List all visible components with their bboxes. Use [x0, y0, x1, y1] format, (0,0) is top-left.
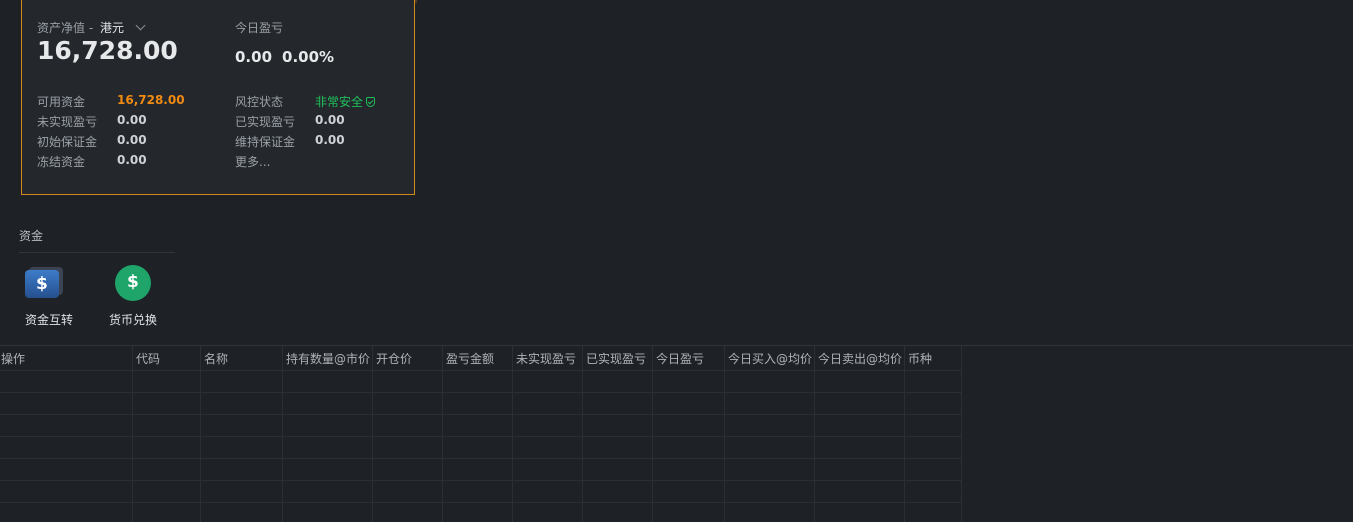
col-header-quantity-price[interactable]: 持有数量@市价: [286, 350, 370, 367]
unrealized-pl-value: 0.00: [117, 113, 147, 127]
risk-status-label: 风控状态: [235, 95, 284, 109]
table-row: [0, 458, 962, 459]
col-header-name[interactable]: 名称: [204, 350, 228, 367]
transfer-dollar-icon: $: [25, 270, 59, 298]
risk-status-value: 非常安全: [315, 93, 376, 110]
maintenance-margin-label: 维持保证金: [235, 135, 296, 149]
available-funds-label: 可用资金: [37, 95, 86, 109]
account-summary-card: 资产净值 - 港元 16,728.00 今日盈亏 0.00 0.00% 可用资金 …: [21, 0, 415, 195]
chevron-down-icon[interactable]: [135, 20, 146, 31]
col-header-currency[interactable]: 币种: [908, 350, 932, 367]
table-row: [0, 436, 962, 437]
table-row: [0, 414, 962, 415]
net-asset-label: 资产净值 -: [37, 21, 94, 35]
col-divider: [652, 346, 653, 522]
positions-table: 操作 代码 名称 持有数量@市价 开仓价 盈亏金额 未实现盈亏 已实现盈亏 今日…: [0, 345, 1353, 522]
funds-section-title: 资金: [19, 229, 44, 243]
col-header-today-sell[interactable]: 今日卖出@均价: [818, 350, 902, 367]
today-pl-amount: 0.00: [235, 48, 273, 66]
initial-margin-label: 初始保证金: [37, 135, 98, 149]
col-divider: [724, 346, 725, 522]
currency-exchange-label: 货币兑换: [108, 313, 157, 327]
col-divider: [512, 346, 513, 522]
realized-pl-label: 已实现盈亏: [235, 115, 296, 129]
currency-selector[interactable]: 港元: [100, 21, 124, 35]
net-asset-value: 16,728.00: [37, 36, 178, 65]
col-divider: [132, 346, 133, 522]
col-header-action[interactable]: 操作: [1, 350, 25, 367]
currency-exchange-icon: $: [115, 265, 151, 301]
col-header-pl-amount[interactable]: 盈亏金额: [446, 350, 494, 367]
col-header-today-buy[interactable]: 今日买入@均价: [728, 350, 812, 367]
more-link[interactable]: 更多...: [235, 153, 315, 170]
col-divider: [282, 346, 283, 522]
col-header-realized-pl[interactable]: 已实现盈亏: [586, 350, 646, 367]
today-pl-percent: 0.00%: [282, 48, 335, 66]
unrealized-pl-label: 未实现盈亏: [37, 115, 98, 129]
col-divider: [582, 346, 583, 522]
today-pl-values: 0.00 0.00%: [235, 48, 334, 66]
table-row: [0, 370, 962, 371]
today-pl-label: 今日盈亏: [235, 21, 284, 35]
net-asset-header: 资产净值 - 港元: [37, 19, 146, 36]
frozen-funds-label: 冻结资金: [37, 155, 86, 169]
col-header-today-pl[interactable]: 今日盈亏: [656, 350, 704, 367]
table-row: [0, 502, 962, 503]
col-header-unrealized-pl[interactable]: 未实现盈亏: [516, 350, 576, 367]
maintenance-margin-value: 0.00: [315, 133, 345, 147]
col-divider: [904, 346, 905, 522]
realized-pl-value: 0.00: [315, 113, 345, 127]
risk-status-text: 非常安全: [315, 95, 364, 109]
available-funds-value: 16,728.00: [117, 93, 185, 107]
shield-check-icon: [366, 97, 376, 107]
col-divider: [442, 346, 443, 522]
fund-transfer-label: 资金互转: [24, 313, 73, 327]
col-divider: [200, 346, 201, 522]
col-divider: [372, 346, 373, 522]
col-divider: [961, 346, 962, 522]
table-row: [0, 392, 962, 393]
initial-margin-value: 0.00: [117, 133, 147, 147]
table-row: [0, 480, 962, 481]
col-divider: [814, 346, 815, 522]
col-header-code[interactable]: 代码: [136, 350, 160, 367]
col-header-open-price[interactable]: 开仓价: [376, 350, 412, 367]
frozen-funds-value: 0.00: [117, 153, 147, 167]
section-divider: [19, 252, 175, 253]
